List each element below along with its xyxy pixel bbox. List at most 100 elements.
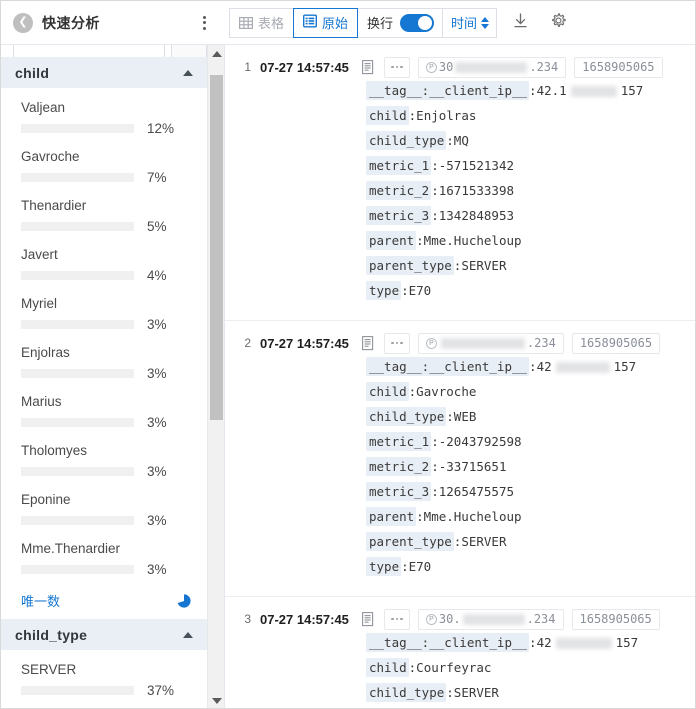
- client-ip-badge[interactable]: P 30. .234: [417, 608, 564, 630]
- log-entry-menu-button[interactable]: [383, 56, 410, 78]
- log-field-key: parent: [366, 231, 417, 250]
- section-header-child-type[interactable]: child_type: [1, 619, 207, 651]
- section-header-child[interactable]: child: [1, 57, 207, 89]
- tab-raw-view[interactable]: 原始: [293, 7, 359, 38]
- pie-chart-icon[interactable]: [177, 593, 191, 608]
- log-field[interactable]: child_type:MQ: [366, 131, 695, 150]
- log-time-badge[interactable]: 1658905065: [574, 56, 663, 78]
- field-value-label: Myriel: [21, 296, 57, 311]
- document-icon[interactable]: [360, 611, 376, 628]
- log-field[interactable]: type:E70: [366, 557, 695, 576]
- scroll-up-button[interactable]: [208, 45, 224, 62]
- list-item[interactable]: Thenardier 5%: [1, 197, 207, 234]
- download-button[interactable]: [505, 8, 535, 38]
- tab-table-view[interactable]: 表格: [229, 7, 294, 38]
- document-icon[interactable]: [360, 59, 376, 76]
- log-field-key: metric_2: [366, 457, 432, 476]
- unique-count-link[interactable]: 唯一数: [21, 591, 60, 610]
- field-value-label: Gavroche: [21, 149, 80, 164]
- view-tools: 表格 原始 换行 时间: [225, 7, 573, 38]
- log-field-key: parent_type: [366, 256, 454, 275]
- log-entry-menu-button[interactable]: [383, 608, 410, 630]
- raw-log-list[interactable]: 1 07-27 14:57:45 P 30 .234 1658905065 __…: [225, 45, 695, 708]
- log-field[interactable]: child:Enjolras: [366, 106, 695, 125]
- field-value-label: Tholomyes: [21, 443, 88, 458]
- ip-icon: P: [425, 613, 437, 625]
- percent-bar-track: [21, 222, 134, 231]
- percent-bar-track: [21, 418, 134, 427]
- percent-bar-track: [21, 516, 134, 525]
- unique-count-row: 唯一数: [1, 589, 207, 619]
- log-line-number: 1: [244, 60, 251, 74]
- log-field-value: :42: [529, 359, 552, 374]
- log-field[interactable]: metric_2:1671533398: [366, 181, 695, 200]
- log-field[interactable]: __tag__:__client_ip__:42 157: [366, 357, 695, 376]
- log-field[interactable]: child:Courfeyrac: [366, 658, 695, 677]
- list-item[interactable]: Marius 3%: [1, 393, 207, 430]
- log-entry[interactable]: 2 07-27 14:57:45 P .234 1658905065 __tag…: [225, 321, 695, 597]
- collapse-panel-icon[interactable]: ❮: [13, 12, 33, 33]
- view-mode-group: 表格 原始: [229, 7, 359, 38]
- log-time-badge[interactable]: 1658905065: [571, 332, 661, 354]
- log-field[interactable]: child_type:WEB: [366, 407, 695, 426]
- percent-bar-track: [21, 124, 134, 133]
- list-item[interactable]: Mme.Thenardier 3%: [1, 540, 207, 577]
- log-field[interactable]: metric_2:-33715651: [366, 457, 695, 476]
- log-timestamp: 07-27 14:57:45: [260, 59, 349, 75]
- log-field-value: :Mme.Hucheloup: [416, 233, 522, 248]
- document-icon[interactable]: [360, 335, 376, 352]
- sort-desc-icon[interactable]: [481, 23, 490, 29]
- log-field[interactable]: type:E70: [366, 281, 695, 300]
- list-item[interactable]: Enjolras 3%: [1, 344, 207, 381]
- list-item[interactable]: Gavroche 7%: [1, 148, 207, 185]
- caret-up-icon[interactable]: [183, 631, 193, 638]
- list-item[interactable]: SERVER 37%: [1, 661, 207, 698]
- sort-updown-icon[interactable]: [481, 16, 490, 29]
- more-vertical-icon[interactable]: [197, 14, 211, 32]
- log-field[interactable]: parent:Mme.Hucheloup: [366, 231, 695, 250]
- sidebar-scrollbar[interactable]: [207, 45, 224, 708]
- page-title: 快速分析: [42, 14, 100, 31]
- caret-down-icon: [211, 697, 222, 704]
- log-field[interactable]: parent:Mme.Hucheloup: [366, 507, 695, 526]
- log-field[interactable]: parent_type:SERVER: [366, 256, 695, 275]
- list-item[interactable]: Eponine 3%: [1, 491, 207, 528]
- list-item[interactable]: Myriel 3%: [1, 295, 207, 332]
- scrollbar-thumb[interactable]: [210, 75, 223, 420]
- wrap-lines-control[interactable]: 换行: [358, 7, 444, 38]
- settings-button[interactable]: [543, 8, 573, 38]
- scroll-down-button[interactable]: [208, 692, 224, 708]
- log-field-value-tail: 157: [620, 83, 644, 98]
- client-ip-badge[interactable]: P .234: [417, 332, 564, 354]
- gear-icon: [550, 12, 567, 34]
- log-field[interactable]: __tag__:__client_ip__:42.1 157: [366, 81, 695, 100]
- log-field[interactable]: child:Gavroche: [366, 382, 695, 401]
- log-field[interactable]: metric_1:-571521342: [366, 156, 695, 175]
- ip-suffix: .234: [529, 60, 559, 74]
- log-timestamp: 07-27 14:57:45: [260, 611, 349, 627]
- percent-label: 3%: [147, 513, 167, 528]
- sort-by-time-button[interactable]: 时间: [443, 7, 498, 38]
- list-item[interactable]: Javert 4%: [1, 246, 207, 283]
- log-entry-menu-button[interactable]: [383, 332, 410, 354]
- log-entry[interactable]: 3 07-27 14:57:45 P 30. .234 1658905065 _…: [225, 597, 695, 708]
- percent-bar-track: [21, 271, 134, 280]
- log-field[interactable]: __tag__:__client_ip__:42 157: [366, 633, 695, 652]
- log-field-key: child: [366, 106, 409, 125]
- list-item[interactable]: Tholomyes 3%: [1, 442, 207, 479]
- percent-label: 3%: [147, 415, 167, 430]
- list-item[interactable]: Valjean 12%: [1, 99, 207, 136]
- log-entry[interactable]: 1 07-27 14:57:45 P 30 .234 1658905065 __…: [225, 45, 695, 321]
- log-field[interactable]: child_type:SERVER: [366, 683, 695, 702]
- log-field[interactable]: metric_3:1265475575: [366, 482, 695, 501]
- log-time-badge[interactable]: 1658905065: [571, 608, 660, 630]
- client-ip-badge[interactable]: P 30 .234: [417, 56, 567, 78]
- caret-up-icon[interactable]: [183, 69, 193, 76]
- log-field[interactable]: metric_1:-2043792598: [366, 432, 695, 451]
- sort-asc-icon[interactable]: [481, 16, 490, 22]
- wrap-lines-toggle[interactable]: [400, 13, 435, 32]
- log-field[interactable]: parent_type:SERVER: [366, 532, 695, 551]
- log-field-value: :-2043792598: [431, 434, 522, 449]
- log-field-key: parent_type: [366, 532, 454, 551]
- log-field[interactable]: metric_3:1342848953: [366, 206, 695, 225]
